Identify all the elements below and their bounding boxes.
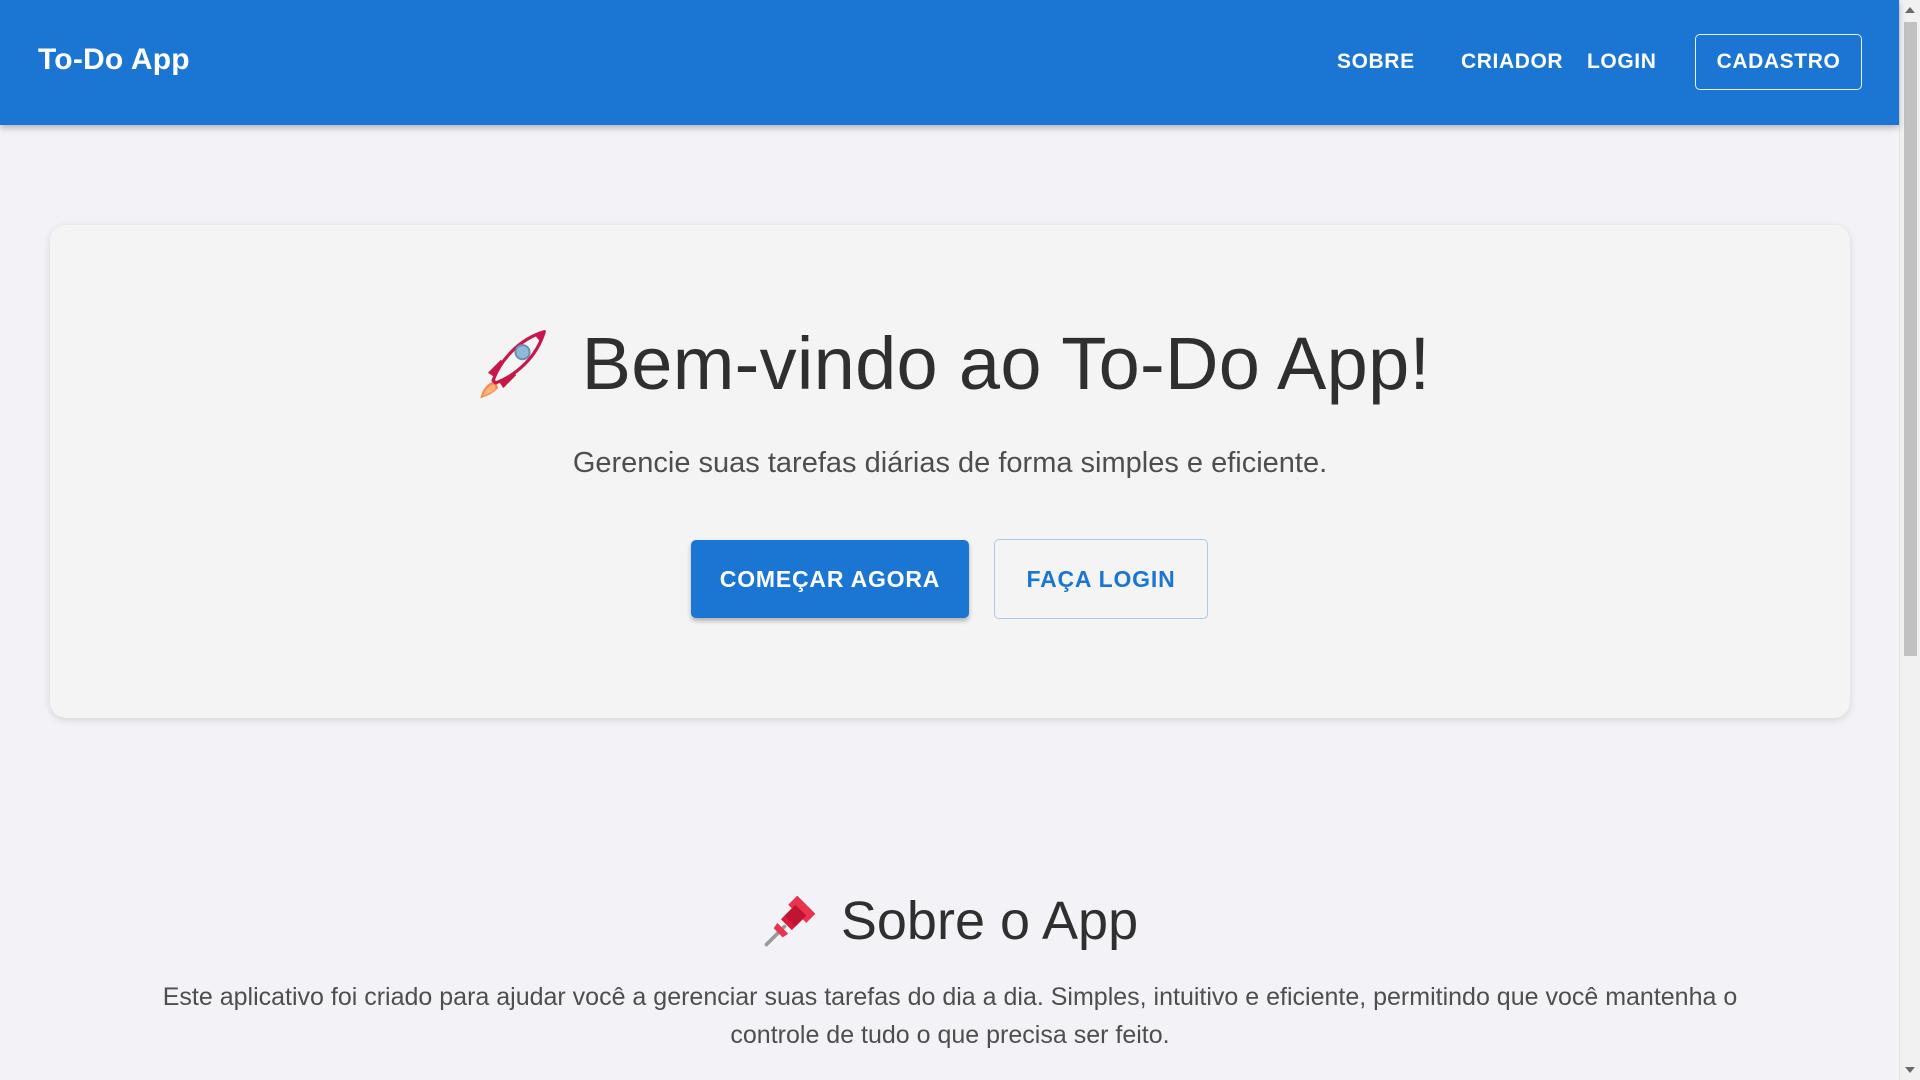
- app-bar: To-Do App SOBRE CRIADOR LOGIN CADASTRO: [0, 0, 1899, 125]
- pushpin-icon: [764, 895, 816, 947]
- nav-cadastro-button[interactable]: CADASTRO: [1695, 34, 1862, 90]
- scroll-up-arrow-icon[interactable]: [1905, 7, 1915, 13]
- hero-title: Bem-vindo ao To-Do App!: [581, 321, 1431, 405]
- hero-subtitle: Gerencie suas tarefas diárias de forma s…: [572, 447, 1328, 479]
- scroll-down-arrow-icon[interactable]: [1905, 1067, 1915, 1073]
- nav-login-link[interactable]: LOGIN: [1587, 50, 1657, 74]
- hero-card: Bem-vindo ao To-Do App! Gerencie suas ta…: [50, 225, 1850, 718]
- about-heading: Sobre o App: [0, 890, 1899, 952]
- about-title: Sobre o App: [840, 891, 1139, 951]
- page: To-Do App SOBRE CRIADOR LOGIN CADASTRO B…: [0, 0, 1920, 1080]
- nav-sobre-link[interactable]: SOBRE: [1337, 50, 1415, 74]
- about-description: Este aplicativo foi criado para ajudar v…: [162, 983, 1738, 1049]
- rocket-icon: [479, 330, 546, 399]
- scrollbar-thumb[interactable]: [1904, 22, 1917, 656]
- vertical-scrollbar[interactable]: [1899, 0, 1920, 1080]
- hero-heading: Bem-vindo ao To-Do App!: [50, 320, 1850, 406]
- nav-criador-link[interactable]: CRIADOR: [1461, 50, 1563, 74]
- brand-logo[interactable]: To-Do App: [38, 43, 190, 77]
- faca-login-button[interactable]: FAÇA LOGIN: [994, 539, 1208, 619]
- comecar-agora-button[interactable]: COMEÇAR AGORA: [691, 540, 969, 618]
